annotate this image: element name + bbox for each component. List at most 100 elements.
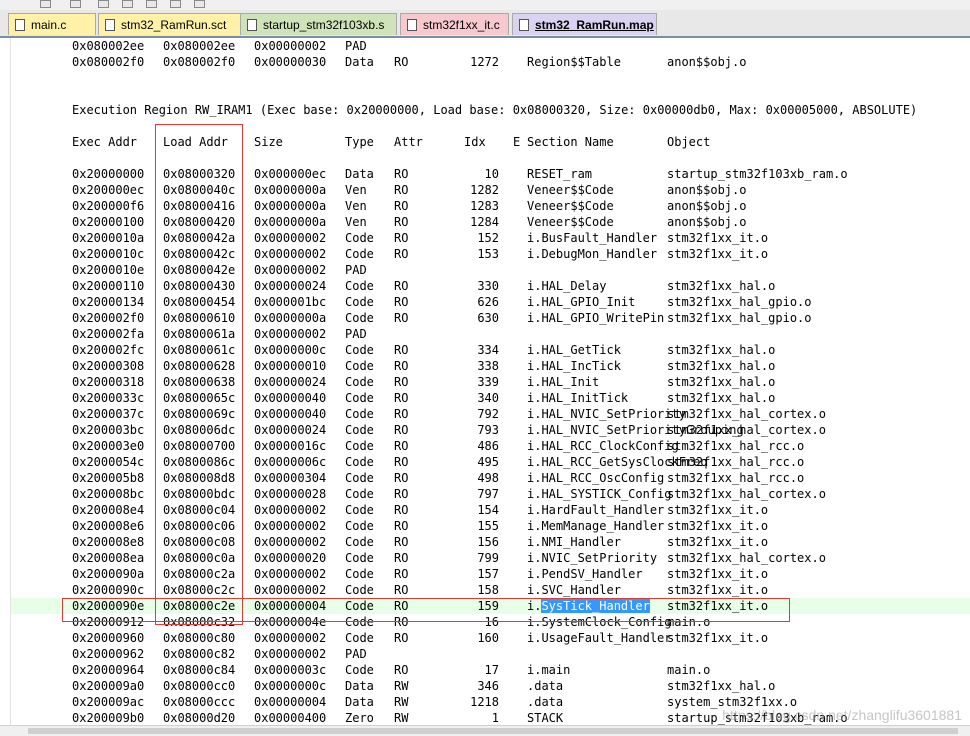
file-tab[interactable]: stm32_RamRun.sct (98, 13, 254, 35)
load-addr-cell: 0x080008d8 (163, 471, 236, 485)
load-addr-cell: 0x08000bdc (163, 487, 236, 501)
toolbar-icon-4[interactable] (122, 0, 133, 8)
file-icon (15, 18, 25, 31)
file-tab[interactable]: stm32f1xx_it.c (400, 13, 509, 35)
size-cell: 0x00000002 (254, 647, 327, 661)
load-addr-cell: 0x08000c2e (163, 599, 236, 613)
load-addr-cell: 0x0800040c (163, 183, 236, 197)
section-name-cell: i.HardFault_Handler (527, 503, 665, 517)
toolbar-icon-3[interactable] (98, 0, 109, 8)
section-name-cell: Veneer$$Code (527, 199, 614, 213)
section-name-cell: i.PendSV_Handler (527, 567, 643, 581)
load-addr-cell: 0x08000610 (163, 311, 236, 325)
load-addr-cell: 0x080006dc (163, 423, 236, 437)
type-cell: Code (345, 407, 374, 421)
type-cell: Code (345, 391, 374, 405)
load-addr-cell: 0x08000c06 (163, 519, 236, 533)
size-cell: 0x00000024 (254, 423, 327, 437)
size-cell: 0x000001bc (254, 295, 327, 309)
exec-addr-cell: 0x2000054c (72, 455, 145, 469)
object-cell: stm32f1xx_hal_gpio.o (667, 295, 812, 309)
size-cell: 0x00000304 (254, 471, 327, 485)
section-name-cell: .data (527, 695, 564, 709)
type-cell: Code (345, 663, 374, 677)
col-idx: Idx (464, 135, 486, 149)
attr-cell: RO (394, 231, 409, 245)
load-addr-cell: 0x0800086c (163, 455, 236, 469)
file-tab[interactable]: stm32_RamRun.map (512, 13, 657, 35)
object-cell: anon$$obj.o (667, 215, 747, 229)
attr-cell: RW (394, 679, 409, 693)
section-name-cell: i.NMI_Handler (527, 535, 621, 549)
object-cell: stm32f1xx_it.o (667, 231, 769, 245)
attr-cell: RO (394, 215, 409, 229)
type-cell: Code (345, 567, 374, 581)
type-cell: Code (345, 599, 374, 613)
type-cell: Data (345, 167, 374, 181)
exec-addr-cell: 0x200005b8 (72, 471, 145, 485)
attr-cell: RO (394, 295, 409, 309)
idx-cell: 1218 (470, 695, 499, 709)
exec-addr-cell: 0x2000010c (72, 247, 145, 261)
scrollbar-thumb[interactable] (28, 728, 958, 734)
toolbar-icon-1[interactable] (40, 0, 51, 8)
object-cell: stm32f1xx_it.o (667, 503, 769, 517)
map-row: 0x200002fa 0x0800061a 0x00000002 PAD (11, 326, 970, 342)
horizontal-scrollbar[interactable] (0, 725, 970, 736)
toolbar-icon-2[interactable] (70, 0, 81, 8)
load-addr-cell: 0x08000430 (163, 279, 236, 293)
attr-cell: RO (394, 407, 409, 421)
attr-cell: RO (394, 391, 409, 405)
map-row: 0x20000960 0x08000c80 0x00000002 Code RO 160 i… (11, 630, 970, 646)
attr-cell: RO (394, 183, 409, 197)
map-row: 0x080002ee 0x080002ee 0x00000002 PAD (11, 38, 970, 54)
idx-cell: 339 (477, 375, 499, 389)
idx-cell: 498 (477, 471, 499, 485)
size-cell: 0x00000002 (254, 247, 327, 261)
object-cell: stm32f1xx_hal.o (667, 375, 776, 389)
exec-addr-cell: 0x20000964 (72, 663, 145, 677)
map-row: 0x2000010a 0x0800042a 0x00000002 Code RO 152 i… (11, 230, 970, 246)
object-cell: stm32f1xx_hal_rcc.o (667, 455, 805, 469)
load-addr-cell: 0x08000416 (163, 199, 236, 213)
exec-addr-cell: 0x20000134 (72, 295, 145, 309)
map-row: 0x2000010c 0x0800042c 0x00000002 Code RO 153 i… (11, 246, 970, 262)
attr-cell: RO (394, 455, 409, 469)
type-cell: Code (345, 423, 374, 437)
type-cell: Code (345, 583, 374, 597)
idx-cell: 799 (477, 551, 499, 565)
type-cell: Code (345, 455, 374, 469)
toolbar-icon-5[interactable] (146, 0, 157, 8)
size-cell: 0x00000002 (254, 327, 327, 341)
load-addr-cell: 0x08000454 (163, 295, 236, 309)
size-cell: 0x00000002 (254, 567, 327, 581)
load-addr-cell: 0x0800042a (163, 231, 236, 245)
map-file-editor[interactable]: Execution Region RW_IRAM1 (Exec base: 0x… (11, 38, 970, 725)
size-cell: 0x0000006c (254, 455, 327, 469)
type-cell: Code (345, 487, 374, 501)
idx-cell: 340 (477, 391, 499, 405)
map-row: 0x2000033c 0x0800065c 0x00000040 Code RO 340 i… (11, 390, 970, 406)
toolbar-icon-6[interactable] (170, 0, 181, 8)
col-object: Object (667, 135, 711, 149)
size-cell: 0x0000000c (254, 343, 327, 357)
idx-cell: 1282 (470, 183, 499, 197)
size-cell: 0x00000002 (254, 503, 327, 517)
idx-cell: 157 (477, 567, 499, 581)
idx-cell: 630 (477, 311, 499, 325)
load-addr-cell: 0x08000638 (163, 375, 236, 389)
toolbar-icon-7[interactable] (194, 0, 205, 8)
size-cell: 0x00000024 (254, 375, 327, 389)
object-cell: stm32f1xx_hal.o (667, 679, 776, 693)
idx-cell: 159 (477, 599, 499, 613)
map-row: 0x200008bc 0x08000bdc 0x00000028 Code RO 797 i… (11, 486, 970, 502)
section-name-cell: .data (527, 679, 564, 693)
idx-cell: 1283 (470, 199, 499, 213)
section-name-cell: Veneer$$Code (527, 215, 614, 229)
exec-addr-cell: 0x200002f0 (72, 311, 145, 325)
file-tab[interactable]: startup_stm32f103xb.s (240, 13, 397, 35)
attr-cell: RO (394, 615, 409, 629)
exec-addr-cell: 0x080002ee (72, 39, 145, 53)
object-cell: stm32f1xx_hal_rcc.o (667, 439, 805, 453)
file-tab[interactable]: main.c (8, 13, 96, 35)
